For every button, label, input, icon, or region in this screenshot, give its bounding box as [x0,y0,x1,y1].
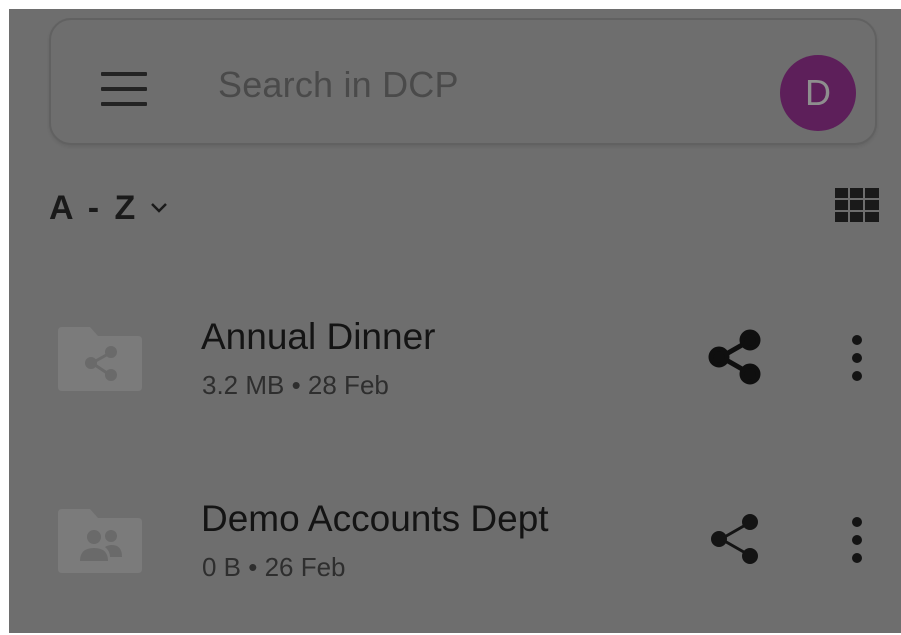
sort-dropdown[interactable]: A - Z [49,185,168,231]
team-folder-icon [58,509,142,573]
file-name: Annual Dinner [201,316,436,357]
share-icon[interactable] [705,327,765,387]
file-browser-screen: Search in DCP D A - Z Annual Dinner 3.2 … [9,9,901,633]
account-avatar[interactable]: D [780,55,856,131]
hamburger-menu-icon[interactable] [101,72,147,106]
more-options-icon[interactable] [843,516,871,566]
list-item[interactable]: Demo Accounts Dept 0 B • 26 Feb [9,473,901,613]
file-meta: 3.2 MB • 28 Feb [202,370,389,400]
sort-label: A - Z [49,188,139,227]
file-name: Demo Accounts Dept [201,498,549,539]
chevron-down-icon [151,203,168,213]
list-item[interactable]: Annual Dinner 3.2 MB • 28 Feb [9,291,901,431]
file-meta: 0 B • 26 Feb [202,552,346,582]
shared-folder-icon [58,327,142,391]
search-input[interactable]: Search in DCP [218,64,459,106]
share-icon[interactable] [705,509,765,569]
grid-view-icon[interactable] [835,188,879,222]
search-bar[interactable]: Search in DCP D [49,18,877,145]
more-options-icon[interactable] [843,334,871,384]
app-frame: Search in DCP D A - Z Annual Dinner 3.2 … [0,0,901,635]
